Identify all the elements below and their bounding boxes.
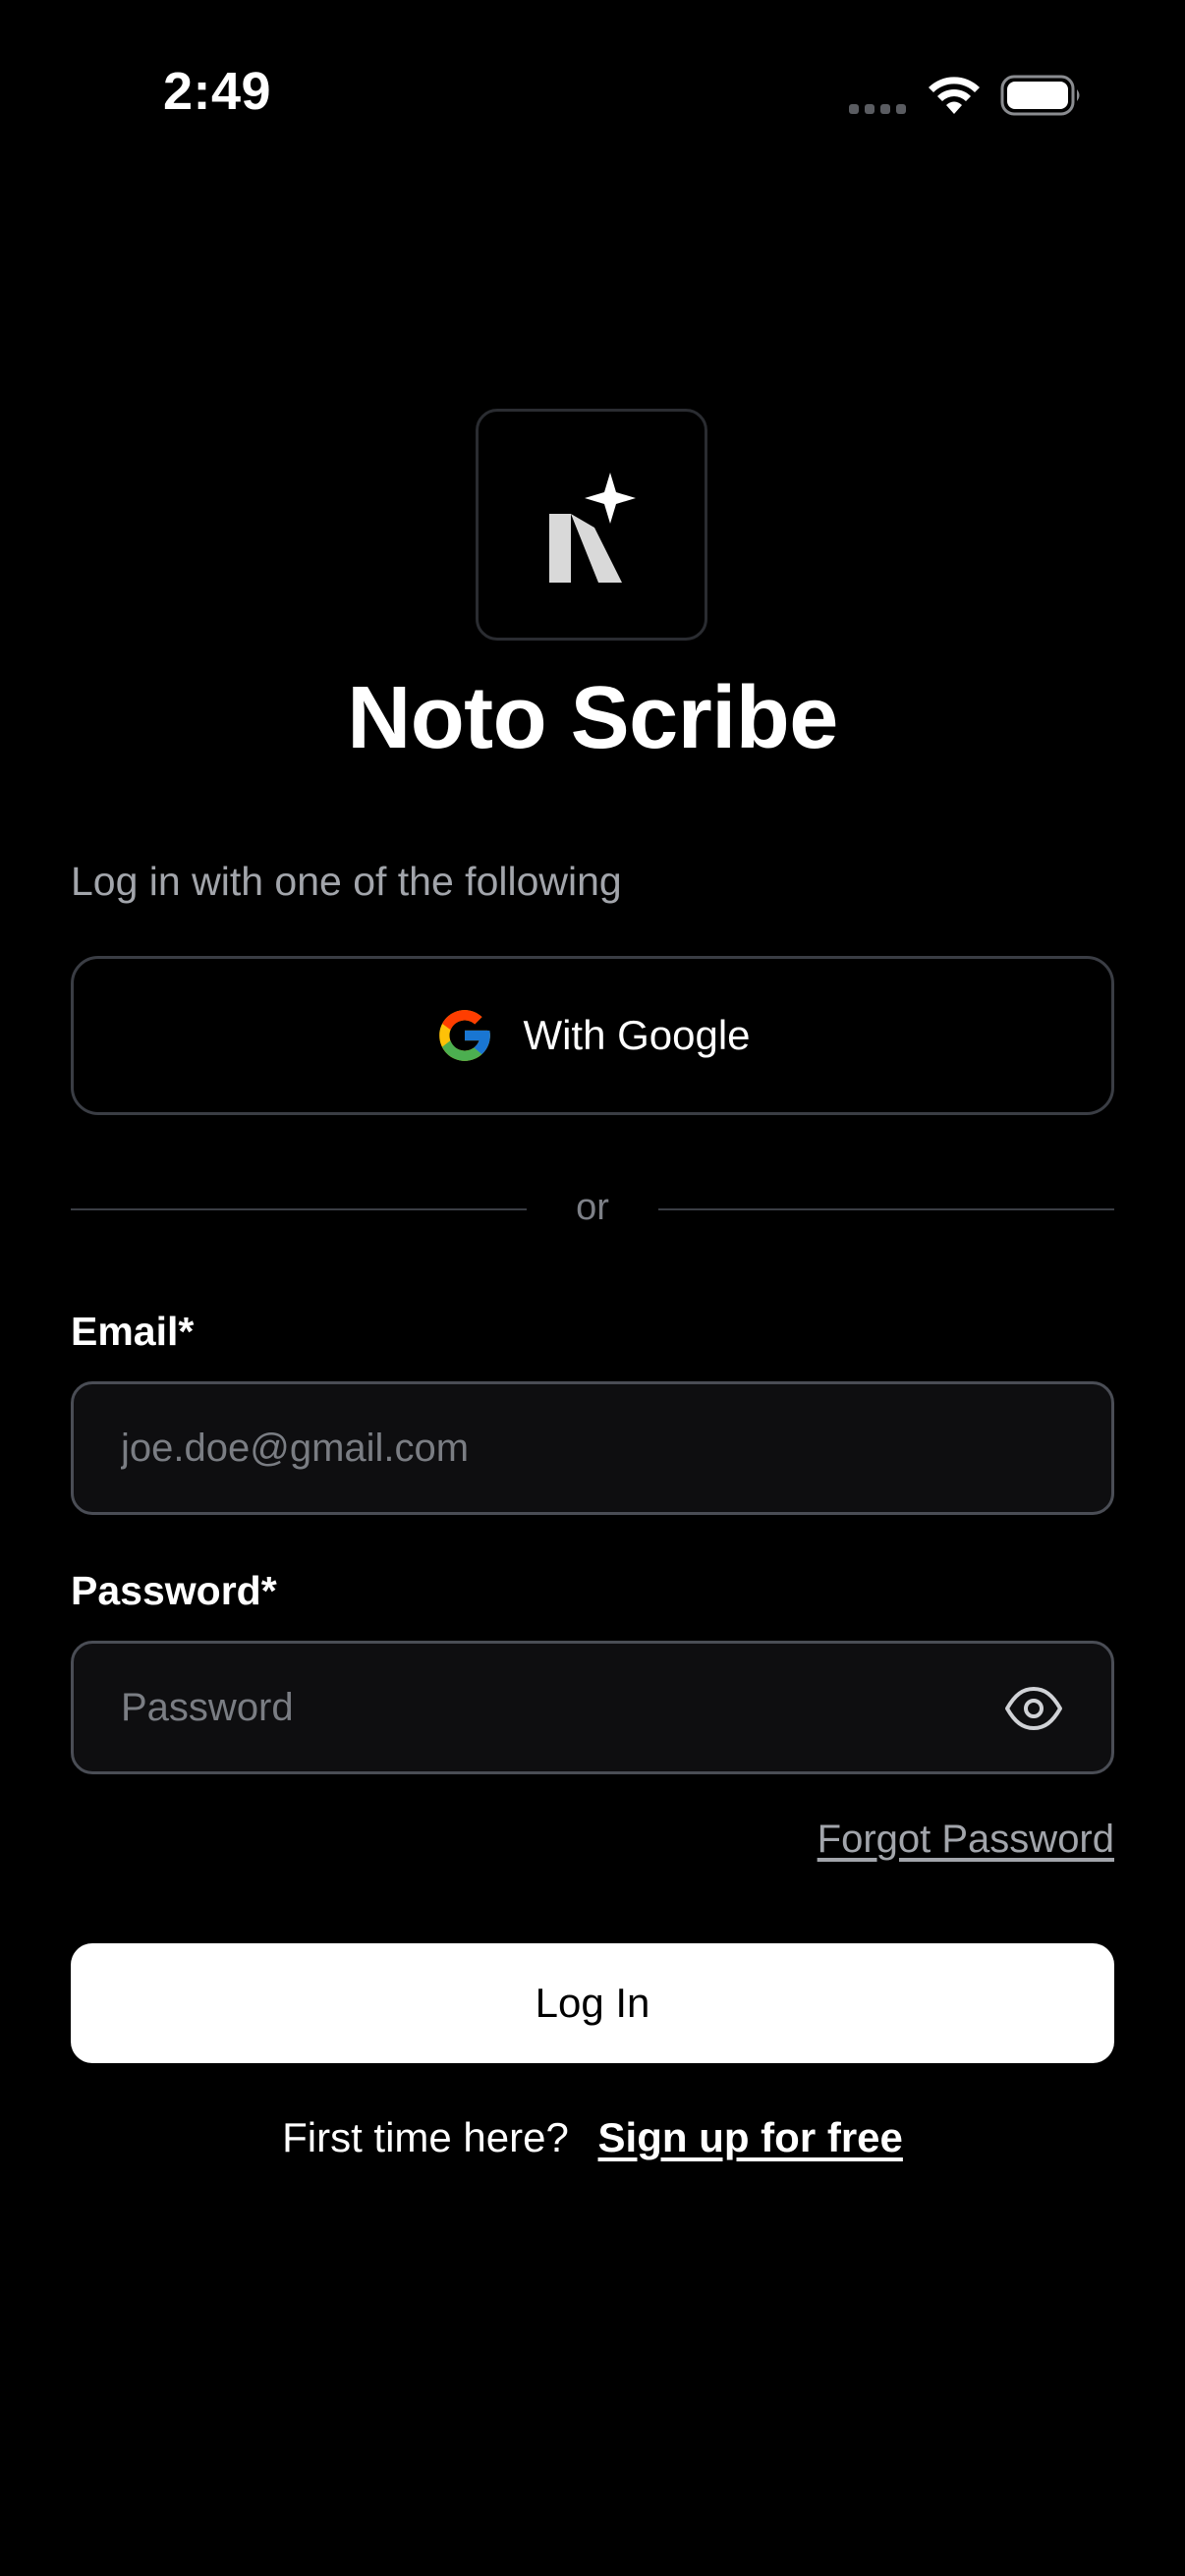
google-login-button[interactable]: With Google (71, 956, 1114, 1115)
login-button[interactable]: Log In (71, 1943, 1114, 2063)
app-logo (476, 409, 707, 641)
battery-icon (1000, 75, 1080, 116)
divider-or-text: or (576, 1187, 609, 1228)
wifi-icon (929, 77, 980, 114)
status-time: 2:49 (163, 62, 272, 121)
signup-prompt: First time here? (282, 2114, 569, 2160)
password-field[interactable] (121, 1644, 1005, 1771)
password-label: Password* (71, 1568, 277, 1613)
email-field[interactable] (121, 1384, 1005, 1512)
google-button-label: With Google (523, 1012, 751, 1058)
cellular-signal-icon (849, 104, 906, 114)
forgot-password-link[interactable]: Forgot Password (818, 1818, 1114, 1862)
signup-row: First time here? Sign up for free (0, 2114, 1185, 2161)
password-field-container[interactable] (71, 1641, 1114, 1774)
email-field-container[interactable] (71, 1381, 1114, 1515)
app-title: Noto Scribe (347, 669, 838, 767)
status-bar: 2:49 (0, 0, 1185, 187)
google-icon (439, 1010, 491, 1061)
divider-line-left (71, 1208, 527, 1210)
eye-icon[interactable] (1003, 1681, 1064, 1736)
signup-link[interactable]: Sign up for free (598, 2114, 903, 2160)
divider-line-right (658, 1208, 1114, 1210)
noto-scribe-logo-icon (549, 473, 636, 583)
email-label: Email* (71, 1309, 195, 1354)
login-options-subtitle: Log in with one of the following (71, 859, 622, 904)
